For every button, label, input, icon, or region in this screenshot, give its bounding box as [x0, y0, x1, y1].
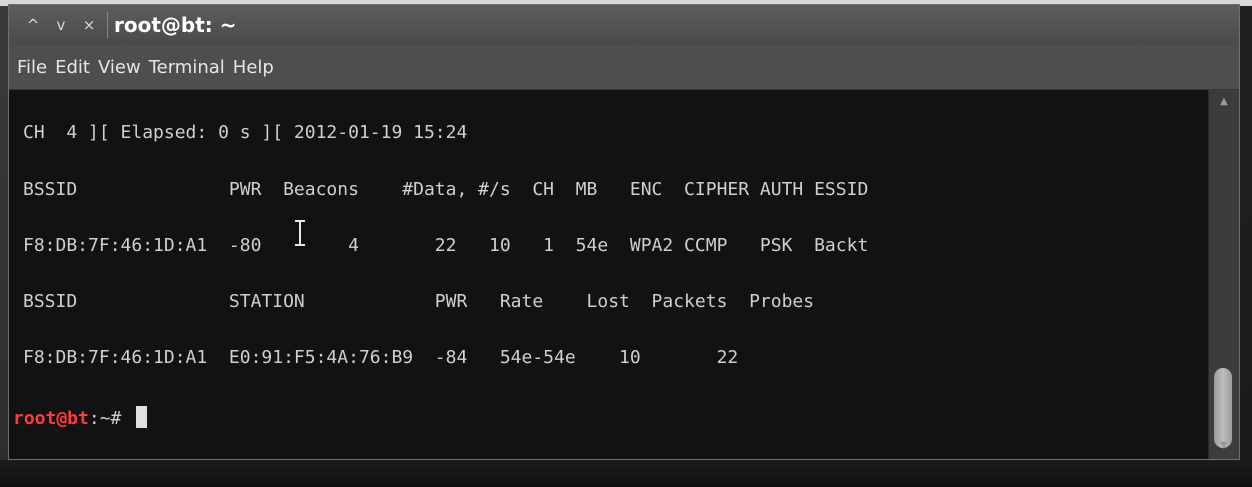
- scroll-up-icon[interactable]: ▲: [1209, 96, 1239, 107]
- desktop-bottom: [0, 460, 1252, 487]
- menu-bar: File Edit View Terminal Help: [9, 45, 1239, 90]
- text-cursor-block: [136, 406, 148, 428]
- close-icon[interactable]: ×: [75, 11, 103, 39]
- menu-view[interactable]: View: [94, 57, 145, 78]
- text-cursor-icon: [295, 220, 305, 246]
- title-bar: ^ v × root@bt: ~: [9, 5, 1239, 45]
- shell-prompt[interactable]: root@bt:~#: [13, 406, 148, 430]
- station-row-line: F8:DB:7F:46:1D:A1 E0:91:F5:4A:76:B9 -84 …: [23, 347, 739, 368]
- prompt-path: :~#: [88, 408, 133, 429]
- ap-header-line: BSSID PWR Beacons #Data, #/s CH MB ENC C…: [23, 179, 869, 200]
- window-title: root@bt: ~: [114, 13, 237, 37]
- title-separator: [107, 12, 108, 38]
- scroll-down-icon[interactable]: ▼: [1209, 440, 1239, 451]
- menu-edit[interactable]: Edit: [51, 57, 94, 78]
- ap-row-line: F8:DB:7F:46:1D:A1 -80 4 22 10 1 54e WPA2…: [23, 235, 869, 256]
- terminal-output[interactable]: CH 4 ][ Elapsed: 0 s ][ 2012-01-19 15:24…: [9, 90, 1209, 459]
- station-header-line: BSSID STATION PWR Rate Lost Packets Prob…: [23, 291, 815, 312]
- scrollbar-thumb[interactable]: [1214, 368, 1232, 448]
- status-line: CH 4 ][ Elapsed: 0 s ][ 2012-01-19 15:24: [23, 122, 468, 143]
- menu-terminal[interactable]: Terminal: [145, 57, 229, 78]
- menu-file[interactable]: File: [9, 57, 51, 78]
- prompt-user: root@bt: [13, 408, 89, 429]
- maximize-icon[interactable]: v: [47, 11, 75, 39]
- menu-help[interactable]: Help: [229, 57, 278, 78]
- terminal-window: ^ v × root@bt: ~ File Edit View Terminal…: [8, 4, 1240, 460]
- minimize-icon[interactable]: ^: [19, 11, 47, 39]
- vertical-scrollbar[interactable]: ▲ ▼: [1208, 90, 1239, 459]
